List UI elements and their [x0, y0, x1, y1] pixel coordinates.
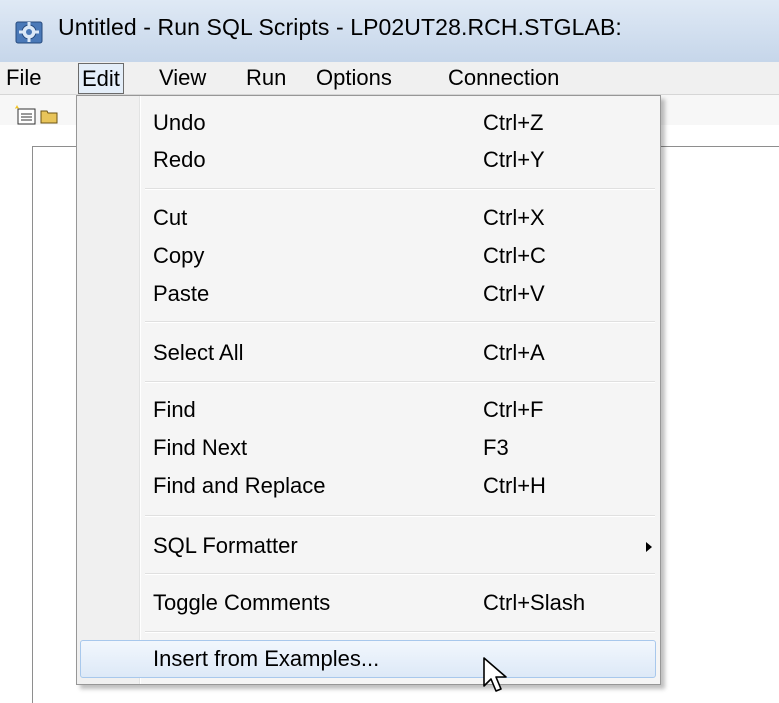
menu-item-undo[interactable]: Undo Ctrl+Z [77, 106, 660, 140]
database-gear-icon [15, 21, 43, 44]
menu-item-find-and-replace[interactable]: Find and Replace Ctrl+H [77, 469, 660, 503]
menu-separator [145, 631, 655, 633]
menu-run[interactable]: Run [246, 62, 286, 94]
menu-item-label: Find Next [153, 435, 248, 460]
menu-item-label: Insert from Examples... [153, 646, 380, 671]
menu-separator [145, 188, 655, 190]
menu-item-sql-formatter[interactable]: SQL Formatter [77, 529, 660, 563]
mouse-pointer-icon [483, 657, 507, 692]
edit-menu-dropdown: Undo Ctrl+Z Redo Ctrl+Y Cut Ctrl+X Copy … [76, 95, 661, 685]
menu-item-shortcut: Ctrl+Slash [483, 590, 586, 615]
menu-options[interactable]: Options [316, 62, 392, 94]
menu-item-insert-from-examples[interactable]: Insert from Examples... [77, 640, 660, 678]
menu-item-label: Paste [153, 281, 210, 306]
title-bar: Untitled - Run SQL Scripts - LP02UT28.RC… [0, 0, 779, 63]
menu-connection[interactable]: Connection [448, 62, 559, 94]
open-folder-icon[interactable] [40, 108, 58, 124]
menu-item-shortcut: Ctrl+F [483, 397, 544, 422]
new-script-icon[interactable] [14, 104, 38, 126]
menu-item-find[interactable]: Find Ctrl+F [77, 393, 660, 427]
window-title: Untitled - Run SQL Scripts - LP02UT28.RC… [58, 14, 622, 40]
menu-item-label: Find [153, 397, 196, 422]
menu-item-shortcut: F3 [483, 435, 509, 460]
menu-file[interactable]: File [6, 62, 41, 94]
menu-item-redo[interactable]: Redo Ctrl+Y [77, 143, 660, 177]
menu-item-paste[interactable]: Paste Ctrl+V [77, 277, 660, 311]
menu-item-label: Undo [153, 110, 206, 135]
menu-separator [145, 515, 655, 517]
menu-item-shortcut: Ctrl+X [483, 205, 545, 230]
menu-item-shortcut: Ctrl+V [483, 281, 545, 306]
menu-item-label: Redo [153, 147, 206, 172]
menu-item-label: Select All [153, 340, 244, 365]
menu-item-shortcut: Ctrl+H [483, 473, 546, 498]
menu-separator [145, 381, 655, 383]
menu-item-label: Cut [153, 205, 188, 230]
menu-item-label: Copy [153, 243, 205, 268]
menu-item-select-all[interactable]: Select All Ctrl+A [77, 336, 660, 370]
menu-item-shortcut: Ctrl+Y [483, 147, 545, 172]
menu-separator [145, 573, 655, 575]
menu-item-find-next[interactable]: Find Next F3 [77, 431, 660, 465]
menu-item-shortcut: Ctrl+Z [483, 110, 544, 135]
chevron-right-icon [646, 542, 652, 552]
menu-item-label: Toggle Comments [153, 590, 331, 615]
menu-edit[interactable]: Edit [78, 63, 124, 94]
menu-item-toggle-comments[interactable]: Toggle Comments Ctrl+Slash [77, 586, 660, 620]
menu-separator [145, 321, 655, 323]
menu-item-label: Find and Replace [153, 473, 326, 498]
menu-item-copy[interactable]: Copy Ctrl+C [77, 239, 660, 273]
menu-view[interactable]: View [159, 62, 206, 94]
menu-item-shortcut: Ctrl+A [483, 340, 545, 365]
menu-item-cut[interactable]: Cut Ctrl+X [77, 201, 660, 235]
menu-item-label: SQL Formatter [153, 533, 298, 558]
editor-tab-strip [657, 125, 779, 148]
menu-item-shortcut: Ctrl+C [483, 243, 546, 268]
menu-bar: File Edit View Run Options Connection [0, 62, 779, 95]
